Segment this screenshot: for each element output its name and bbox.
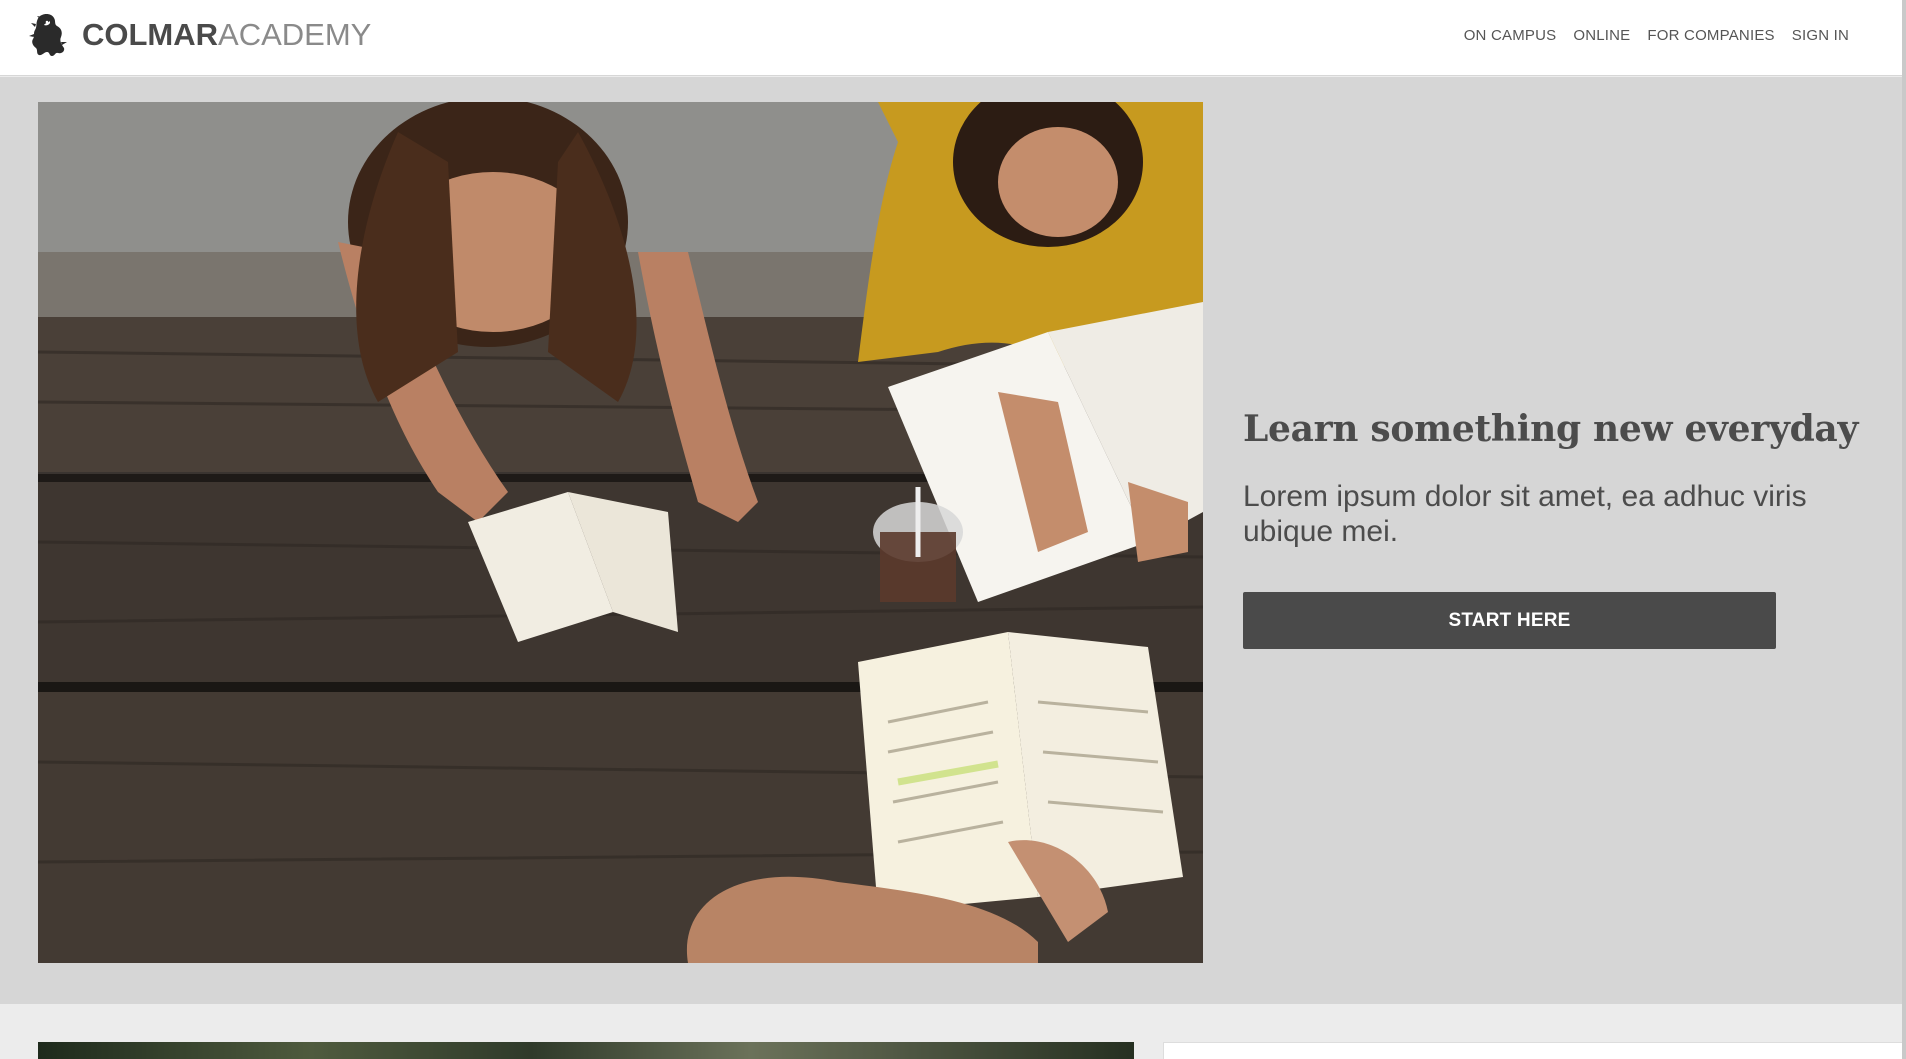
nav-on-campus[interactable]: ON CAMPUS xyxy=(1464,27,1557,44)
hero-subtitle: Lorem ipsum dolor sit amet, ea adhuc vir… xyxy=(1243,480,1807,548)
brand-name-bold: COLMAR xyxy=(82,17,219,52)
students-studying-photo xyxy=(38,102,1203,963)
hero-section: Learn something new everyday Lorem ipsum… xyxy=(0,77,1906,1004)
start-here-button[interactable]: START HERE xyxy=(1243,592,1776,649)
section-image xyxy=(38,1042,1134,1059)
hero-image xyxy=(38,102,1203,963)
logo[interactable]: COLMARACADEMY xyxy=(28,12,371,58)
brand-name-light: ACADEMY xyxy=(218,17,372,52)
main-nav: ON CAMPUS ONLINE FOR COMPANIES SIGN IN xyxy=(1464,27,1849,44)
hero-text: Learn something new everyday Lorem ipsum… xyxy=(1243,407,1859,649)
hero-title: Learn something new everyday xyxy=(1243,408,1859,450)
page-scrollbar[interactable] xyxy=(1902,0,1906,1059)
nav-online[interactable]: ONLINE xyxy=(1573,27,1630,44)
site-header: COLMARACADEMY ON CAMPUS ONLINE FOR COMPA… xyxy=(0,0,1906,76)
lion-crest-icon xyxy=(29,14,67,56)
nav-sign-in[interactable]: SIGN IN xyxy=(1792,27,1849,44)
nav-for-companies[interactable]: FOR COMPANIES xyxy=(1647,27,1774,44)
brand-name: COLMARACADEMY xyxy=(82,17,371,53)
section-card xyxy=(1163,1042,1906,1059)
next-section xyxy=(0,1004,1906,1059)
